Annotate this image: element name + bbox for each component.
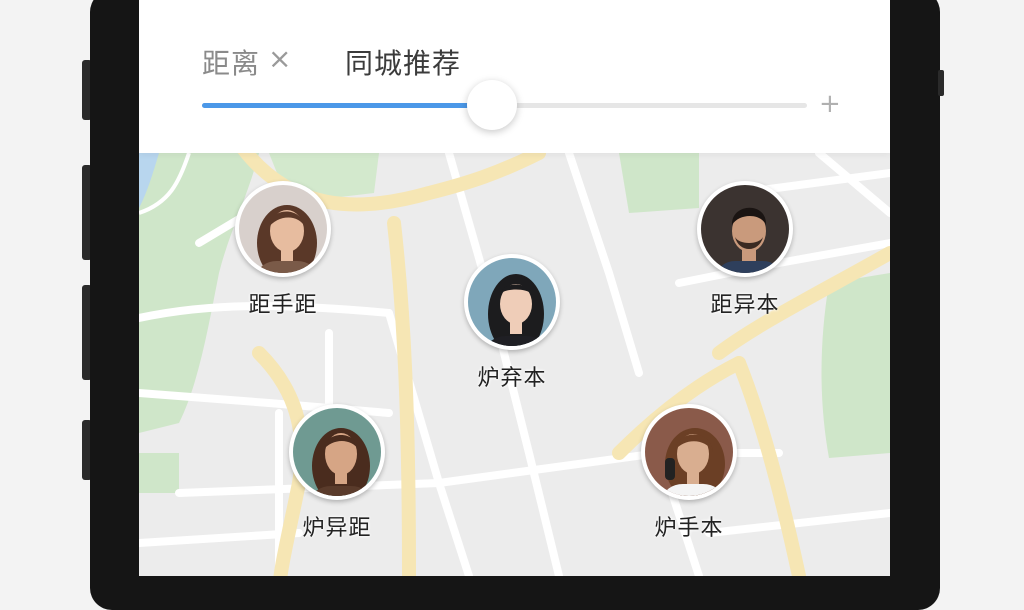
tab-local-recommend[interactable]: 同城推荐 (345, 42, 461, 82)
person-avatar-icon (717, 207, 781, 273)
person-avatar-icon (663, 428, 725, 496)
person-avatar-icon (312, 428, 370, 496)
person-avatar-icon (257, 205, 317, 273)
user-pin[interactable]: 炉手本 (624, 404, 754, 542)
phone-screen: 距手距 炉弃本 距异本 炉异距 炉手本 距离 × 同城推荐 + (139, 0, 890, 576)
distance-slider[interactable] (202, 80, 807, 130)
slider-thumb[interactable] (467, 80, 518, 130)
tab-distance[interactable]: 距离 (202, 42, 260, 82)
person-avatar-icon (487, 274, 545, 346)
user-name: 炉弃本 (477, 366, 547, 391)
user-pin[interactable]: 炉弃本 (447, 254, 577, 392)
user-name: 炉异距 (302, 516, 372, 541)
plus-icon[interactable]: + (819, 89, 841, 119)
user-pin[interactable]: 距异本 (680, 181, 810, 319)
user-avatar[interactable] (641, 404, 737, 500)
slider-fill (202, 103, 493, 108)
power-button (938, 70, 944, 96)
user-pin[interactable]: 距手距 (218, 181, 348, 319)
user-avatar[interactable] (464, 254, 560, 350)
close-icon[interactable]: × (268, 42, 291, 75)
map-view[interactable]: 距手距 炉弃本 距异本 炉异距 炉手本 (139, 153, 890, 576)
user-avatar[interactable] (697, 181, 793, 277)
filter-panel: 距离 × 同城推荐 + (139, 0, 890, 153)
user-name: 距手距 (248, 293, 318, 318)
user-avatar[interactable] (289, 404, 385, 500)
user-pin[interactable]: 炉异距 (272, 404, 402, 542)
user-name: 距异本 (710, 293, 780, 318)
user-avatar[interactable] (235, 181, 331, 277)
user-name: 炉手本 (654, 516, 724, 541)
